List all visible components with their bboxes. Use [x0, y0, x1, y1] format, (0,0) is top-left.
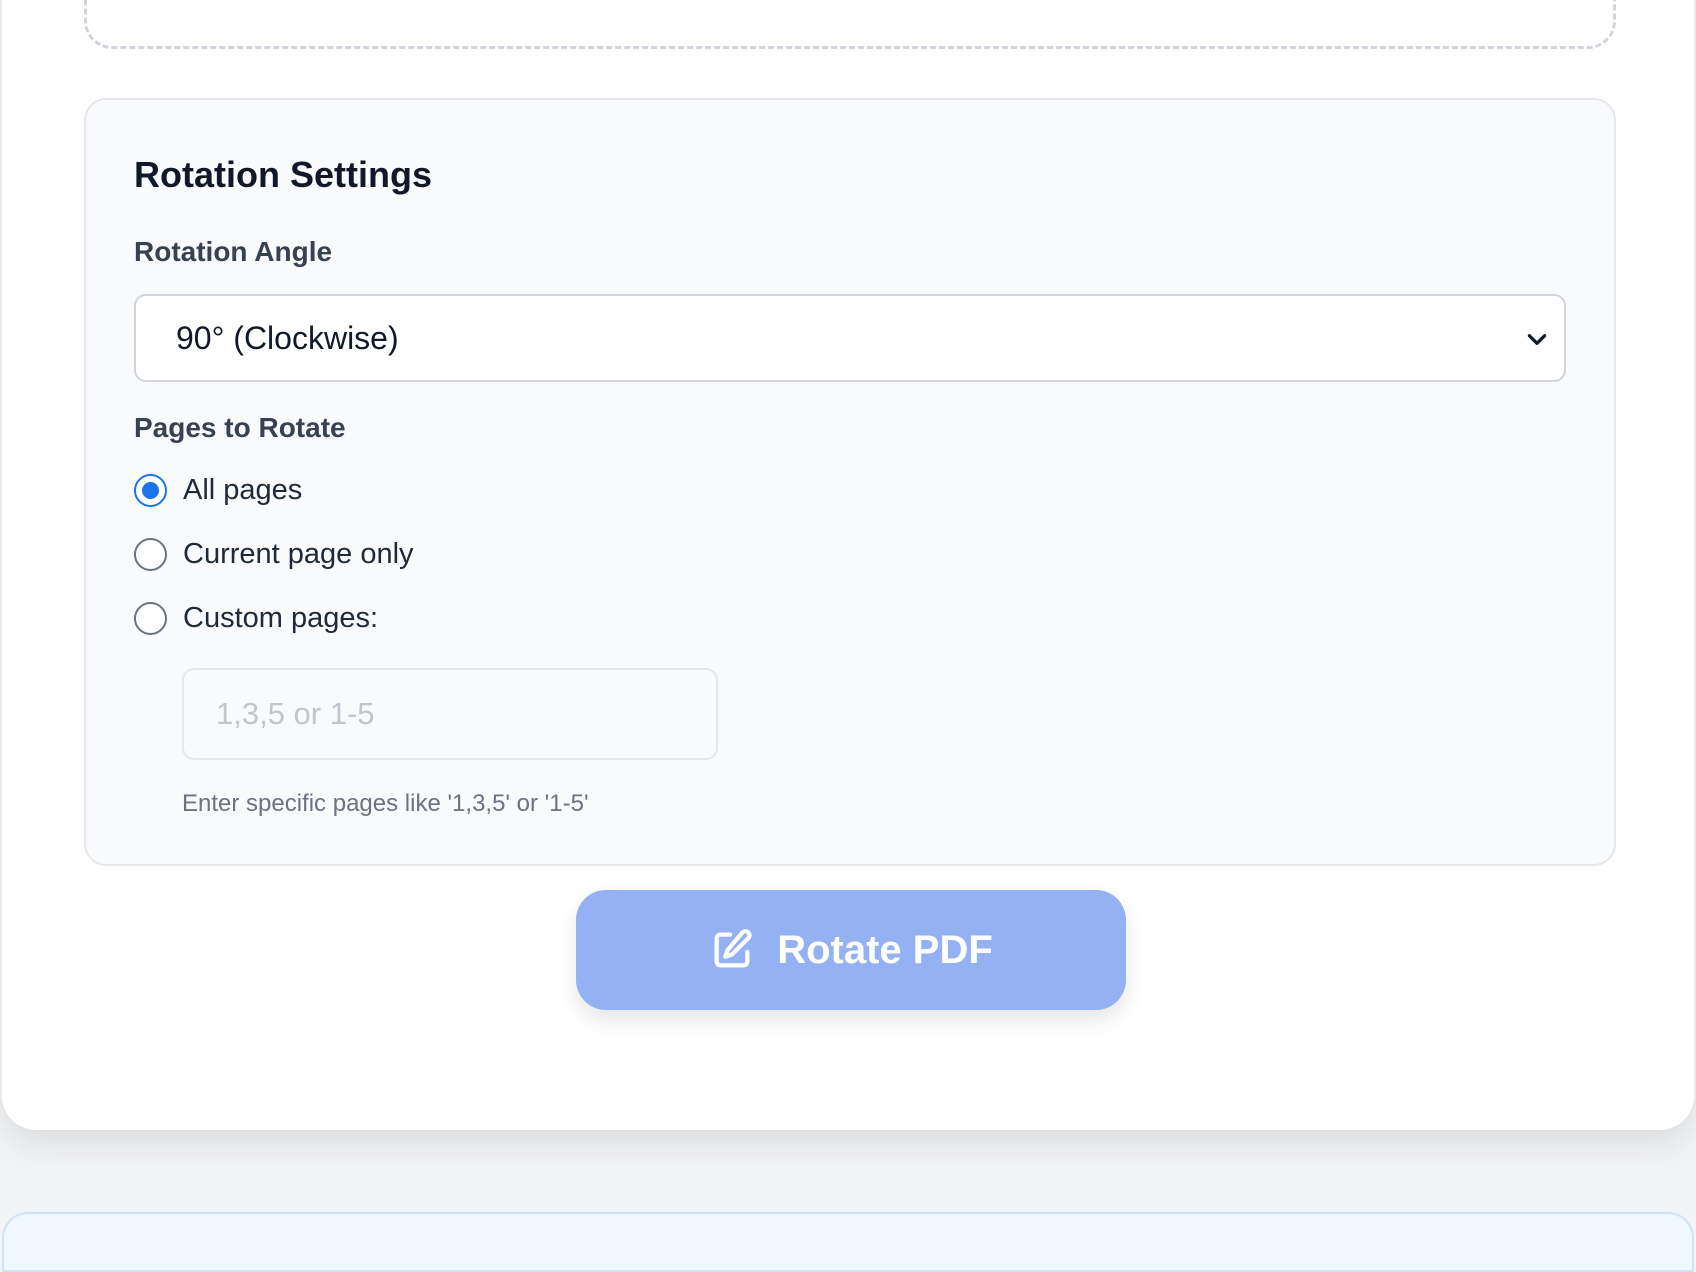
- rotation-angle-value: 90° (Clockwise): [176, 320, 399, 356]
- upload-dropzone[interactable]: [84, 0, 1616, 49]
- radio-option-current-page[interactable]: Current page only: [134, 536, 414, 572]
- rotation-settings-panel: Rotation Settings Rotation Angle 90° (Cl…: [84, 98, 1616, 866]
- chevron-down-icon: [1527, 334, 1547, 345]
- radio-all-pages[interactable]: [134, 473, 167, 507]
- radio-option-custom-pages[interactable]: Custom pages:: [134, 600, 378, 636]
- radio-current-page[interactable]: [134, 537, 167, 571]
- radio-label-custom-pages: Custom pages:: [183, 601, 379, 634]
- radio-option-all-pages[interactable]: All pages: [134, 472, 302, 508]
- tool-card: Rotation Settings Rotation Angle 90° (Cl…: [2, 0, 1694, 1130]
- custom-pages-input[interactable]: [182, 668, 718, 760]
- pages-to-rotate-label: Pages to Rotate: [134, 412, 346, 443]
- rotation-angle-select[interactable]: 90° (Clockwise): [134, 294, 1566, 382]
- edit-icon: [714, 929, 752, 968]
- radio-custom-pages[interactable]: [134, 601, 167, 635]
- custom-pages-help-text: Enter specific pages like '1,3,5' or '1-…: [182, 790, 589, 817]
- radio-label-all-pages: All pages: [183, 473, 303, 506]
- rotation-angle-label: Rotation Angle: [134, 236, 333, 267]
- info-banner: [2, 1212, 1694, 1272]
- rotate-pdf-button-label: Rotate PDF: [777, 927, 993, 972]
- radio-label-current-page: Current page only: [183, 537, 414, 570]
- rotate-pdf-button[interactable]: Rotate PDF: [576, 890, 1126, 1010]
- panel-title: Rotation Settings: [134, 154, 432, 195]
